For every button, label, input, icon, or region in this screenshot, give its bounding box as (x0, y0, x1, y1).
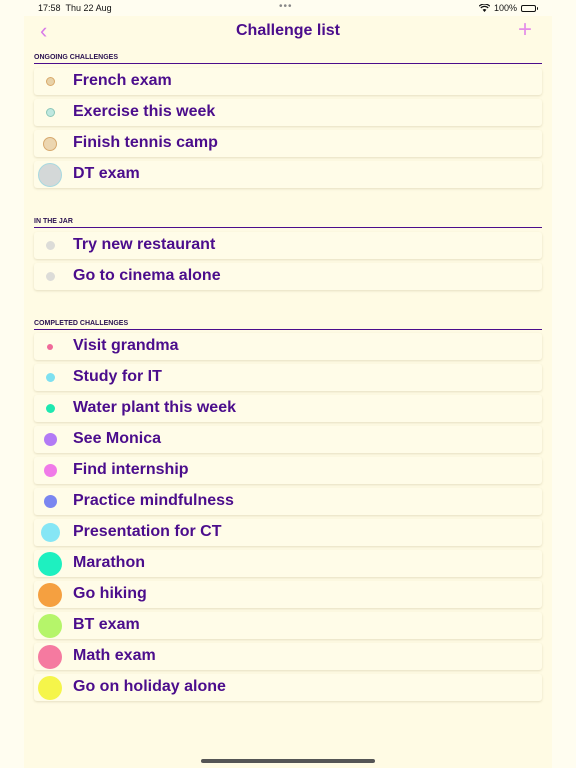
challenge-label: French exam (73, 72, 172, 89)
challenge-color-dot-icon (38, 162, 62, 187)
challenge-row[interactable]: Water plant this week (34, 395, 542, 422)
challenge-color-dot-icon (45, 241, 55, 250)
challenge-label: Water plant this week (73, 399, 236, 416)
challenge-label: Finish tennis camp (73, 134, 218, 151)
challenge-row[interactable]: Marathon (34, 550, 542, 577)
challenge-label: Go on holiday alone (73, 678, 226, 695)
challenge-label: DT exam (73, 165, 140, 182)
challenge-color-dot-icon (47, 343, 53, 350)
challenge-color-dot-icon (43, 495, 57, 508)
challenge-list-panel: ‹ Challenge list + ONGOING CHALLENGES Fre… (24, 16, 552, 768)
challenge-color-dot-icon (40, 523, 60, 542)
multitasking-dots-icon[interactable]: ••• (279, 1, 293, 12)
page-title: Challenge list (235, 22, 341, 39)
status-bar: 17:58 Thu 22 Aug ••• 100% (0, 0, 576, 16)
challenge-row[interactable]: Visit grandma (34, 333, 542, 360)
home-indicator[interactable] (201, 759, 375, 763)
challenge-color-dot-icon (38, 582, 62, 607)
challenge-color-dot-icon (38, 551, 62, 576)
challenge-color-dot-icon (43, 433, 57, 446)
section-header-jar: IN THE JAR (34, 218, 542, 228)
challenge-row[interactable]: Math exam (34, 643, 542, 670)
challenge-label: Find internship (73, 461, 189, 478)
challenge-row[interactable]: Presentation for CT (34, 519, 542, 546)
battery-icon (521, 4, 538, 12)
challenge-color-dot-icon (45, 108, 55, 117)
challenge-label: Try new restaurant (73, 236, 216, 253)
challenge-color-dot-icon (43, 464, 57, 477)
challenge-row[interactable]: Try new restaurant (34, 232, 542, 259)
navigation-bar: ‹ Challenge list + (24, 16, 552, 48)
challenge-row[interactable]: Go to cinema alone (34, 263, 542, 290)
challenge-color-dot-icon (43, 136, 57, 151)
status-date: Thu 22 Aug (65, 3, 112, 13)
challenge-row[interactable]: Study for IT (34, 364, 542, 391)
section-header-ongoing: ONGOING CHALLENGES (34, 54, 542, 64)
challenge-row[interactable]: Find internship (34, 457, 542, 484)
challenge-row[interactable]: See Monica (34, 426, 542, 453)
challenge-label: Exercise this week (73, 103, 216, 120)
challenge-label: Math exam (73, 647, 156, 664)
challenge-label: Go hiking (73, 585, 147, 602)
challenge-label: See Monica (73, 430, 162, 447)
challenge-label: Practice mindfulness (73, 492, 234, 509)
challenge-row[interactable]: BT exam (34, 612, 542, 639)
challenge-label: BT exam (73, 616, 140, 633)
challenge-color-dot-icon (45, 77, 55, 86)
challenge-row[interactable]: Finish tennis camp (34, 130, 542, 157)
status-right: 100% (478, 3, 538, 13)
status-clock: 17:58 (38, 3, 61, 13)
challenge-label: Study for IT (73, 368, 162, 385)
challenge-color-dot-icon (45, 373, 55, 382)
challenge-color-dot-icon (38, 613, 62, 638)
challenge-row[interactable]: Practice mindfulness (34, 488, 542, 515)
challenge-row[interactable]: DT exam (34, 161, 542, 188)
challenge-color-dot-icon (45, 272, 55, 281)
challenge-row[interactable]: Go hiking (34, 581, 542, 608)
challenge-row[interactable]: Exercise this week (34, 99, 542, 126)
challenge-label: Presentation for CT (73, 523, 222, 540)
challenge-label: Marathon (73, 554, 145, 571)
challenge-row[interactable]: French exam (34, 68, 542, 95)
wifi-icon (478, 4, 490, 12)
battery-percent: 100% (493, 3, 517, 13)
challenge-color-dot-icon (45, 404, 55, 413)
add-challenge-button[interactable]: + (518, 18, 532, 42)
challenge-label: Go to cinema alone (73, 267, 221, 284)
challenge-row[interactable]: Go on holiday alone (34, 674, 542, 701)
challenge-label: Visit grandma (73, 337, 179, 354)
challenge-color-dot-icon (38, 675, 62, 700)
challenge-color-dot-icon (38, 644, 62, 669)
section-header-completed: COMPLETED CHALLENGES (34, 320, 542, 330)
status-time: 17:58 Thu 22 Aug (38, 3, 112, 13)
